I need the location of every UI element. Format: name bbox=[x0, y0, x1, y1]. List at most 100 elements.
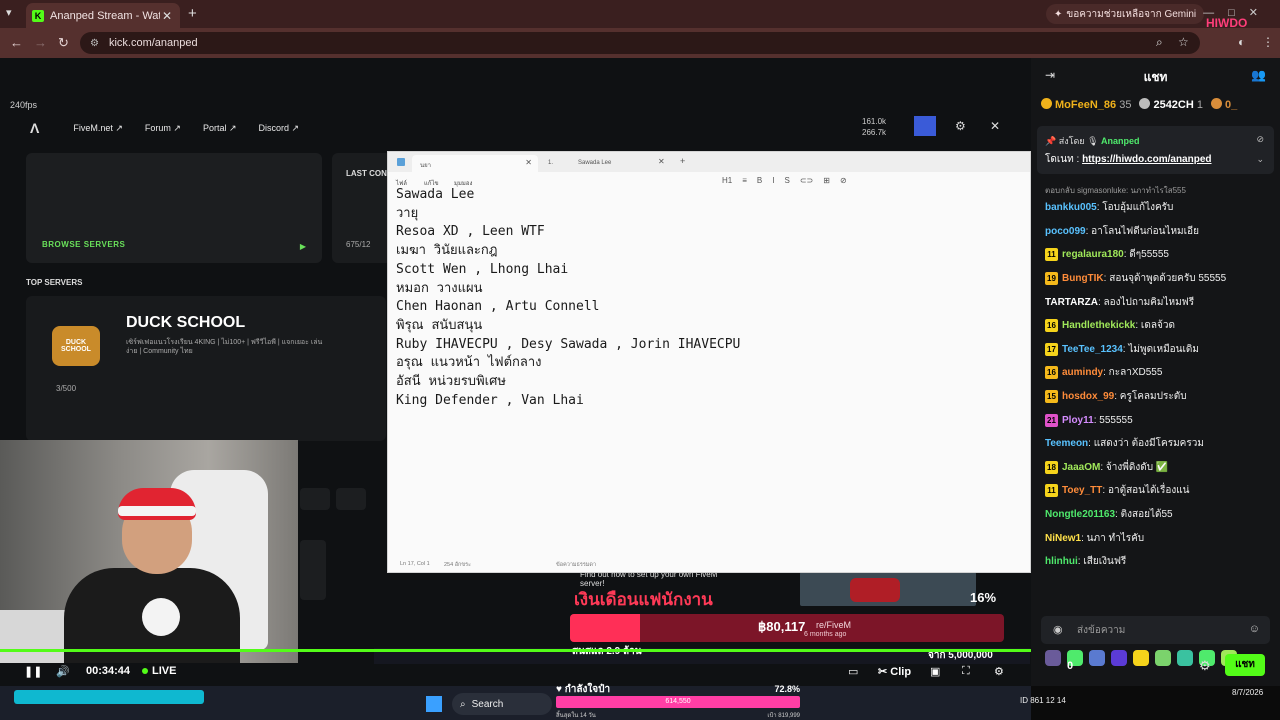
chat-message: Teemeon: แสดงว่า ต้องมีโครมครวม bbox=[1045, 432, 1277, 456]
chat-text: : สอนจุด้าพูดด้วยครับ 55555 bbox=[1103, 273, 1227, 285]
stream-progress-bar[interactable] bbox=[0, 649, 1031, 652]
chat-username[interactable]: TeeTee_1234 bbox=[1062, 344, 1123, 355]
chat-message: 18 JaaaOM: จ้างพี่ดิงดับ ✅ bbox=[1045, 456, 1277, 480]
tab-close-button[interactable]: ✕ bbox=[160, 9, 174, 23]
settings-icon[interactable]: ⚙ bbox=[994, 665, 1004, 678]
server-name: DUCK SCHOOL bbox=[126, 314, 246, 331]
fivem-settings-icon: ⚙ bbox=[955, 119, 966, 133]
webcam-overlay bbox=[0, 440, 298, 663]
last-connected-card: LAST CON 675/12 bbox=[332, 153, 392, 263]
chat-username[interactable]: BungTIK bbox=[1062, 273, 1104, 284]
chevron-down-icon[interactable]: ⌄ bbox=[1256, 154, 1264, 165]
profile-icon[interactable]: ◐ bbox=[1238, 35, 1245, 49]
sub-badge: 18 bbox=[1045, 460, 1058, 474]
chat-message: 17 TeeTee_1234: ไม่พูดเหมือนเดิม bbox=[1045, 338, 1277, 362]
chat-username[interactable]: Ploy11 bbox=[1062, 415, 1094, 426]
player-controls: ❚❚ 🔊 00:34:44 LIVE ▭ ✂ Clip ▣ ⛶ ⚙ bbox=[0, 660, 1031, 684]
taskbar-status: ID 861 12 14 bbox=[1020, 696, 1066, 705]
chat-text: : นภา ทำไรคับ bbox=[1081, 532, 1145, 544]
notepad-content: Sawada Lee วายุ Resoa XD , Leen WTF เมฆา วิ… bbox=[396, 187, 741, 408]
menu-icon[interactable]: ⋮ bbox=[1262, 35, 1274, 49]
send-chat-button[interactable]: แชท bbox=[1225, 654, 1265, 676]
stream-video[interactable]: 240fps Λ FiveM.net ↗ Forum ↗ Portal ↗ Di… bbox=[0, 58, 1031, 720]
hype-sub-left: สิ้นสุดใน 14 วัน bbox=[556, 713, 596, 719]
fullscreen-icon[interactable]: ⛶ bbox=[962, 665, 970, 678]
chat-username[interactable]: Handlethekickk bbox=[1062, 320, 1135, 331]
fivem-avatar bbox=[914, 116, 936, 136]
pinned-message[interactable]: 📌 ส่งโดย 🎙 Ananped ⊘ โดเนท : https://hiw… bbox=[1037, 126, 1274, 174]
taskbar-left-widget bbox=[14, 690, 204, 704]
chat-username[interactable]: Toey_TT bbox=[1062, 485, 1102, 496]
fivem-close-icon: ✕ bbox=[990, 119, 1001, 133]
sub-badge: 16 bbox=[1045, 366, 1058, 380]
chat-text: : ติงสอยได้55 bbox=[1115, 509, 1173, 521]
gemini-button[interactable]: ✦ ขอความช่วยเหลือจาก Gemini bbox=[1046, 4, 1205, 24]
chat-username[interactable]: NiNew1 bbox=[1045, 533, 1081, 544]
notepad-new-tab-icon: + bbox=[680, 156, 686, 166]
chat-message: poco099: อาโลนไฟดีนก่อนไหมเอีย bbox=[1045, 220, 1277, 244]
chat-username[interactable]: JaaaOM bbox=[1062, 462, 1100, 473]
notepad-tab: Sawada Lee bbox=[578, 160, 612, 166]
browser-tab-active[interactable]: K Ananped Stream - Watch L ✕ bbox=[26, 3, 180, 28]
chat-username[interactable]: Teemeon bbox=[1045, 438, 1088, 449]
unpin-icon[interactable]: ⊘ bbox=[1256, 134, 1264, 145]
fivem-nav-item: Discord ↗ bbox=[258, 122, 300, 133]
chat-username[interactable]: aumindy bbox=[1062, 367, 1103, 378]
chat-username[interactable]: regalaura180 bbox=[1062, 249, 1124, 260]
hiwdo-overlay-logo: HIWDO bbox=[1206, 16, 1248, 30]
chat-username[interactable]: Nongtle201163 bbox=[1045, 509, 1115, 520]
chat-message: 11 Toey_TT: อาตู้สอนได้เรื่องแน่ bbox=[1045, 479, 1277, 503]
donation-ago: 6 months ago bbox=[804, 631, 847, 638]
chat-settings-icon[interactable]: ⚙ bbox=[1199, 658, 1211, 674]
chat-username[interactable]: bankku005 bbox=[1045, 202, 1097, 213]
reload-icon[interactable]: ↻ bbox=[58, 35, 69, 51]
tab-title: Ananped Stream - Watch L bbox=[50, 9, 160, 22]
fps-counter: 240fps bbox=[10, 100, 38, 110]
sub-badge: 15 bbox=[1045, 390, 1058, 404]
chat-text: : ลองไปถามคิมไหมฟรี bbox=[1097, 296, 1195, 308]
screen: ▾ K Ananped Stream - Watch L ✕ + ✦ ขอควา… bbox=[0, 0, 1280, 720]
emoji-icon[interactable]: ☺ bbox=[1249, 623, 1260, 635]
gifter-item[interactable]: 2542CH 1 bbox=[1139, 98, 1203, 111]
chat-text: : อาโลนไฟดีนก่อนไหมเอีย bbox=[1085, 225, 1199, 237]
hype-title: ♥ กำลังใจป๋า bbox=[556, 684, 611, 695]
gifter-item[interactable]: 0_ bbox=[1211, 98, 1237, 111]
chat-messages: bankku005: โอบอุ้มแก้ไงครับ poco099: อาโล… bbox=[1045, 196, 1277, 574]
tab-search-icon[interactable]: ▾ bbox=[6, 6, 12, 19]
chat-message: 19 BungTIK: สอนจุด้าพูดด้วยครับ 55555 bbox=[1045, 267, 1277, 291]
back-icon[interactable]: ← bbox=[10, 35, 23, 50]
fivem-logo-icon: Λ bbox=[30, 120, 40, 136]
chat-username[interactable]: hosdox_99 bbox=[1062, 391, 1114, 402]
volume-icon[interactable]: 🔊 bbox=[56, 665, 70, 678]
notepad-icon bbox=[397, 158, 405, 166]
donate-link[interactable]: https://hiwdo.com/ananped bbox=[1082, 154, 1211, 165]
gemini-icon: ✦ bbox=[1054, 8, 1063, 20]
kick-favicon-icon: K bbox=[32, 9, 44, 22]
pip-icon[interactable]: ▣ bbox=[930, 665, 940, 678]
new-tab-button[interactable]: + bbox=[188, 5, 197, 22]
address-bar[interactable]: ⚙ kick.com/ananped bbox=[80, 32, 1200, 54]
sub-badge: 17 bbox=[1045, 342, 1058, 356]
gifter-item[interactable]: MoFeeN_86 35 bbox=[1041, 98, 1131, 111]
forward-icon[interactable]: → bbox=[34, 35, 47, 50]
chat-message: Nongtle201163: ติงสอยได้55 bbox=[1045, 503, 1277, 527]
site-info-icon[interactable]: ⚙ bbox=[90, 38, 99, 49]
chat-username[interactable]: TARTARZA bbox=[1045, 297, 1098, 308]
chat-username[interactable]: poco099 bbox=[1045, 226, 1086, 237]
pause-button[interactable]: ❚❚ bbox=[24, 665, 42, 678]
sub-badge: 19 bbox=[1045, 272, 1058, 286]
points-counter: 0 bbox=[1067, 660, 1074, 672]
chat-input[interactable]: ◉ ส่งข้อความ ☺ bbox=[1041, 616, 1270, 644]
play-icon: ▶ bbox=[299, 242, 306, 251]
zoom-icon[interactable]: ⌕ bbox=[1156, 35, 1163, 50]
chat-text: : ดีๆ55555 bbox=[1123, 249, 1169, 261]
browse-servers-label: BROWSE SERVERS bbox=[42, 240, 126, 249]
users-icon[interactable]: 👥 bbox=[1251, 68, 1266, 82]
chat-user-icon: ◉ bbox=[1053, 624, 1063, 636]
clip-button[interactable]: ✂ Clip bbox=[878, 665, 911, 678]
chat-text: : โอบอุ้มแก้ไงครับ bbox=[1096, 202, 1174, 214]
theater-mode-icon[interactable]: ▭ bbox=[848, 665, 858, 678]
bookmark-star-icon[interactable]: ☆ bbox=[1178, 35, 1189, 49]
sub-badge: 21 bbox=[1045, 413, 1058, 427]
chat-username[interactable]: hlinhui bbox=[1045, 556, 1078, 567]
